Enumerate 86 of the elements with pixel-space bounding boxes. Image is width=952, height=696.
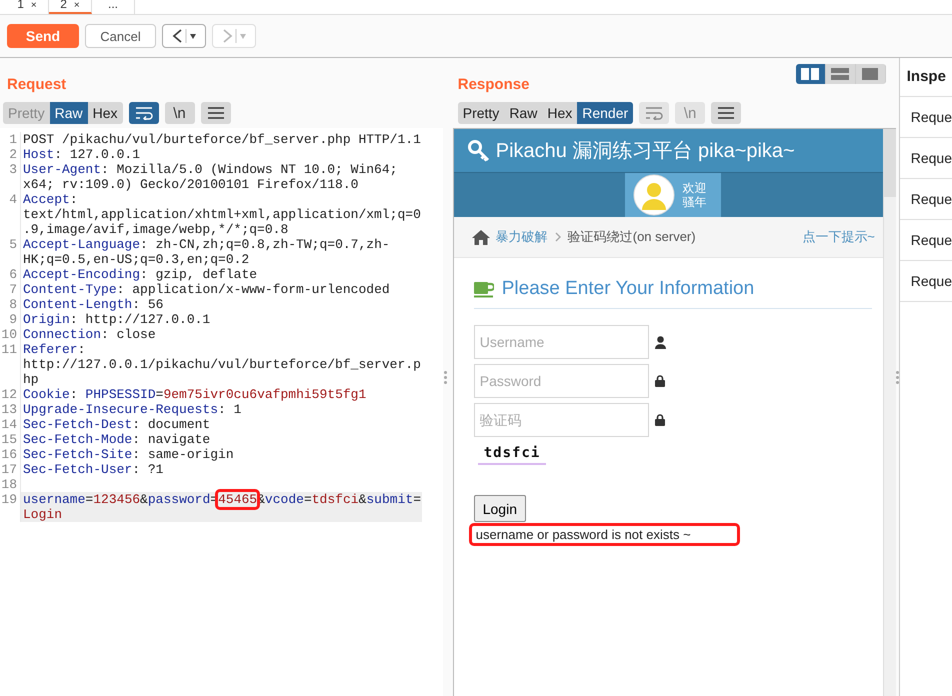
error-message: username or password is not exists ~ (472, 526, 737, 543)
breadcrumb-current: 验证码绕过(on server) (568, 228, 696, 246)
view-tab[interactable]: Raw (50, 102, 88, 124)
line-number: 9 (0, 312, 21, 327)
welcome-text: 欢迎 (682, 181, 707, 195)
back-button[interactable] (162, 24, 206, 48)
code-line: Sec-Fetch-Site: same-origin (22, 447, 235, 462)
inspector-title: Inspe (900, 58, 952, 97)
line-number: 2 (0, 147, 21, 162)
code-line: Accept-Language: zh-CN,zh;q=0.8,zh-TW;q=0.7,zh-HK;q=0.5,en-US;q=0.3,en;q=0.2 (22, 237, 391, 267)
code-line: Referer: http://127.0.0.1/pikachu/vul/burteforce/bf_server.php (22, 342, 422, 387)
panel-title: Request (7, 76, 68, 95)
wrap-icon (645, 106, 664, 120)
line-number: 15 (0, 432, 21, 447)
back-arrow-icon (170, 27, 198, 45)
line-number: 18 (0, 477, 21, 492)
code-line: Accept: text/html,application/xhtml+xml,application/xml;q=0.9,image/avif,image/webp,*/*;q=0.8 (22, 192, 422, 237)
code-line: User-Agent: Mozilla/5.0 (Windows NT 10.0; Win64; x64; rv:109.0) Gecko/20100101 Firefox/118.0 (22, 162, 398, 192)
layout-button[interactable] (826, 64, 856, 84)
line-number: 16 (0, 447, 21, 462)
inspector-item[interactable]: Reque (900, 220, 952, 261)
view-tab[interactable]: Pretty (458, 102, 504, 124)
rows-icon (831, 68, 850, 80)
input-field[interactable]: Username (474, 325, 649, 359)
line-number: 17 (0, 462, 21, 477)
line-number: 6 (0, 267, 21, 282)
scrollbar[interactable] (882, 129, 896, 696)
welcome-text: 骚年 (682, 195, 707, 209)
line-number: 13 (0, 402, 21, 417)
view-tab[interactable]: Hex (542, 102, 578, 124)
code-line: Sec-Fetch-Mode: navigate (22, 432, 212, 447)
line-number: 11 (0, 342, 21, 387)
view-tab[interactable]: Raw (504, 102, 542, 124)
lock-icon (654, 375, 665, 387)
line-number: 7 (0, 282, 21, 297)
menu-button[interactable] (200, 102, 230, 124)
line-number: 8 (0, 297, 21, 312)
layout-button[interactable] (796, 64, 826, 84)
panel-title: Response (458, 76, 530, 95)
line-number: 12 (0, 387, 21, 402)
form-heading: Please Enter Your Information (502, 278, 754, 300)
menu-icon (206, 106, 224, 120)
code-line: Upgrade-Insecure-Requests: 1 (22, 402, 242, 417)
inspector-item[interactable]: Reque (900, 261, 952, 302)
lock-icon (654, 414, 665, 426)
key-icon (468, 140, 490, 162)
code-line: POST /pikachu/vul/burteforce/bf_server.php HTTP/1.1 (22, 132, 422, 147)
user-icon (654, 336, 666, 348)
home-icon (472, 230, 490, 244)
menu-button[interactable] (711, 102, 742, 124)
code-line: Content-Length: 56 (22, 297, 164, 312)
line-number: 14 (0, 417, 21, 432)
code-line: Accept-Encoding: gzip, deflate (22, 267, 258, 282)
cancel-button[interactable]: Cancel (85, 24, 156, 48)
line-number: 1 (0, 132, 21, 147)
view-tab[interactable]: Hex (88, 102, 122, 124)
inspector-item[interactable]: Reque (900, 138, 952, 179)
panel-icon (861, 68, 880, 80)
inspector-item[interactable]: Reque (900, 179, 952, 220)
code-line: Content-Type: application/x-www-form-urlencoded (22, 282, 391, 297)
menu-icon (717, 106, 736, 120)
wrap-button[interactable] (128, 102, 158, 124)
captcha-image: tdsfci (478, 445, 546, 465)
newline-button[interactable]: \n (164, 102, 194, 124)
layout-button[interactable] (856, 64, 886, 84)
code-line: Sec-Fetch-User: ?1 (22, 462, 164, 477)
login-button[interactable]: Login (474, 495, 526, 522)
input-field[interactable]: Password (474, 364, 649, 398)
tab[interactable]: ... (92, 0, 135, 14)
input-field[interactable]: 验证码 (474, 403, 649, 437)
code-line: Connection: close (22, 327, 157, 342)
view-tab[interactable]: Render (577, 102, 634, 124)
line-number: 10 (0, 327, 21, 342)
code-line: Cookie: PHPSESSID=9em75ivr0cu6vafpmhi59t5fg1 (22, 387, 368, 402)
inspector-item[interactable]: Reque (900, 97, 952, 138)
chevron-icon (554, 232, 562, 242)
wrap-icon (134, 106, 152, 120)
site-title: Pikachu 漏洞练习平台 pika~pika~ (496, 139, 795, 164)
line-number: 5 (0, 237, 21, 267)
columns-icon (801, 68, 820, 80)
cup-icon (474, 280, 494, 298)
line-number: 3 (0, 162, 21, 192)
line-number: 4 (0, 192, 21, 237)
code-line: Origin: http://127.0.0.1 (22, 312, 212, 327)
code-line: Host: 127.0.0.1 (22, 147, 142, 162)
code-line: Sec-Fetch-Dest: document (22, 417, 212, 432)
